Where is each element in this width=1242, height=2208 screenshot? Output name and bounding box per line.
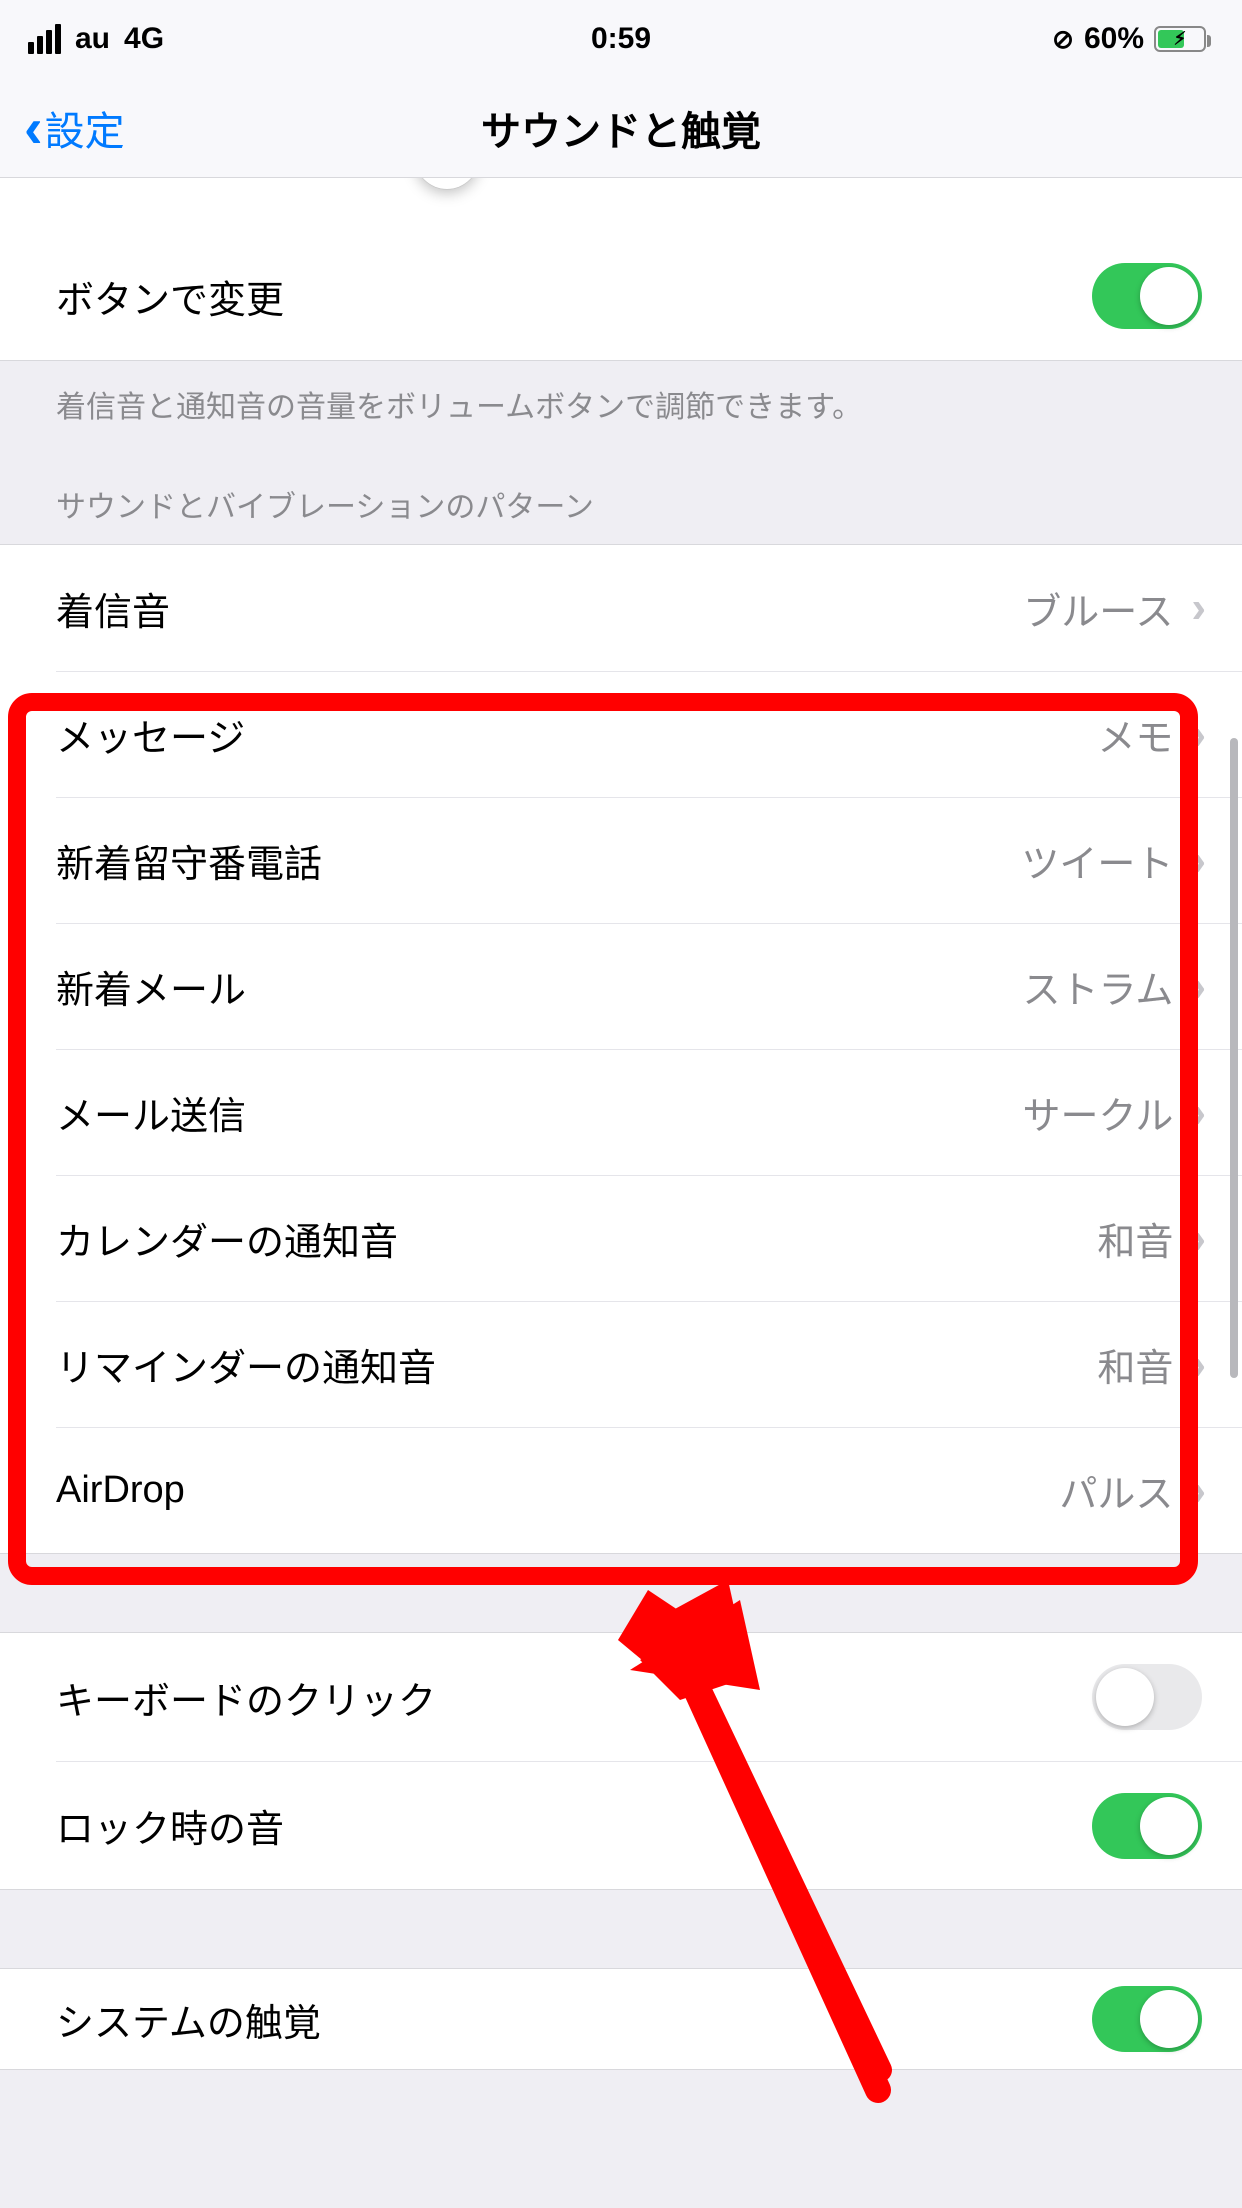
row-keyboard-click[interactable]: キーボードのクリック bbox=[0, 1633, 1242, 1761]
chevron-right-icon: › bbox=[1191, 1466, 1206, 1516]
row-message[interactable]: メッセージ メモ › bbox=[56, 671, 1242, 797]
row-sent-mail[interactable]: メール送信 サークル › bbox=[56, 1049, 1242, 1175]
back-label: 設定 bbox=[45, 99, 125, 157]
chevron-left-icon: ‹ bbox=[24, 100, 43, 156]
keyboard-click-toggle[interactable] bbox=[1092, 1664, 1202, 1730]
row-airdrop[interactable]: AirDrop パルス › bbox=[56, 1427, 1242, 1553]
page-title: サウンドと触覚 bbox=[481, 99, 761, 157]
status-bar: au 4G 0:59 ⊘ 60% ⚡︎ bbox=[0, 0, 1242, 78]
haptics-list: システムの触覚 bbox=[0, 1968, 1242, 2070]
signal-icon bbox=[28, 24, 61, 54]
row-value: ストラム bbox=[1022, 959, 1173, 1014]
chevron-right-icon: › bbox=[1191, 583, 1206, 633]
content-scroll[interactable]: ボタンで変更 着信音と通知音の音量をボリュームボタンで調節できます。 サウンドと… bbox=[0, 178, 1242, 2208]
battery-percent: 60% bbox=[1084, 22, 1144, 56]
chevron-right-icon: › bbox=[1191, 1088, 1206, 1138]
toggle-label: ロック時の音 bbox=[56, 1798, 284, 1853]
row-ringtone[interactable]: 着信音 ブルース › bbox=[0, 545, 1242, 671]
speaker-high-icon bbox=[1156, 178, 1202, 180]
row-value: ブルース bbox=[1023, 581, 1173, 636]
row-label: カレンダーの通知音 bbox=[56, 1211, 398, 1266]
network-label: 4G bbox=[124, 22, 164, 56]
slider-thumb[interactable] bbox=[415, 178, 479, 189]
row-label: AirDrop bbox=[56, 1469, 185, 1512]
row-calendar[interactable]: カレンダーの通知音 和音 › bbox=[56, 1175, 1242, 1301]
lock-sound-toggle[interactable] bbox=[1092, 1793, 1202, 1859]
row-label: メッセージ bbox=[56, 707, 245, 762]
back-button[interactable]: ‹ 設定 bbox=[24, 99, 125, 157]
chevron-right-icon: › bbox=[1191, 710, 1206, 760]
row-value: サークル bbox=[1022, 1085, 1173, 1140]
row-new-mail[interactable]: 新着メール ストラム › bbox=[56, 923, 1242, 1049]
battery-icon: ⚡︎ bbox=[1154, 26, 1206, 52]
other-toggles-list: キーボードのクリック ロック時の音 bbox=[0, 1632, 1242, 1890]
row-system-haptics[interactable]: システムの触覚 bbox=[0, 1969, 1242, 2069]
toggle-label: ボタンで変更 bbox=[56, 269, 284, 324]
row-label: 新着メール bbox=[56, 959, 246, 1014]
row-value: 和音 bbox=[1097, 1337, 1173, 1392]
carrier-label: au bbox=[75, 22, 110, 56]
scroll-indicator[interactable] bbox=[1230, 738, 1238, 1378]
volume-footer-text: 着信音と通知音の音量をボリュームボタンで調節できます。 bbox=[0, 361, 1242, 442]
row-label: 着信音 bbox=[56, 581, 170, 636]
chevron-right-icon: › bbox=[1191, 836, 1206, 886]
row-lock-sound[interactable]: ロック時の音 bbox=[56, 1761, 1242, 1889]
row-label: 新着留守番電話 bbox=[56, 833, 322, 888]
sound-patterns-list: 着信音 ブルース › メッセージ メモ › 新着留守番電話 ツイート › 新着メ… bbox=[0, 544, 1242, 1554]
volume-slider-row bbox=[0, 178, 1242, 232]
status-left: au 4G bbox=[28, 22, 164, 56]
row-value: 和音 bbox=[1097, 1211, 1173, 1266]
row-value: メモ bbox=[1097, 707, 1173, 762]
row-voicemail[interactable]: 新着留守番電話 ツイート › bbox=[56, 797, 1242, 923]
nav-bar: ‹ 設定 サウンドと触覚 bbox=[0, 78, 1242, 178]
chevron-right-icon: › bbox=[1191, 1214, 1206, 1264]
status-time: 0:59 bbox=[591, 22, 651, 56]
change-with-buttons-toggle[interactable] bbox=[1092, 263, 1202, 329]
sound-patterns-header: サウンドとバイブレーションのパターン bbox=[0, 442, 1242, 544]
row-label: リマインダーの通知音 bbox=[56, 1337, 436, 1392]
row-reminder[interactable]: リマインダーの通知音 和音 › bbox=[56, 1301, 1242, 1427]
speaker-low-icon bbox=[52, 178, 98, 180]
chevron-right-icon: › bbox=[1191, 962, 1206, 1012]
change-with-buttons-row[interactable]: ボタンで変更 bbox=[0, 232, 1242, 360]
toggle-label: キーボードのクリック bbox=[56, 1670, 436, 1725]
row-value: ツイート bbox=[1021, 833, 1173, 888]
chevron-right-icon: › bbox=[1191, 1340, 1206, 1390]
toggle-label: システムの触覚 bbox=[56, 1992, 321, 2047]
status-right: ⊘ 60% ⚡︎ bbox=[1052, 22, 1206, 56]
row-label: メール送信 bbox=[56, 1085, 246, 1140]
system-haptics-toggle[interactable] bbox=[1092, 1986, 1202, 2052]
row-value: パルス bbox=[1059, 1463, 1173, 1518]
orientation-lock-icon: ⊘ bbox=[1052, 24, 1074, 55]
